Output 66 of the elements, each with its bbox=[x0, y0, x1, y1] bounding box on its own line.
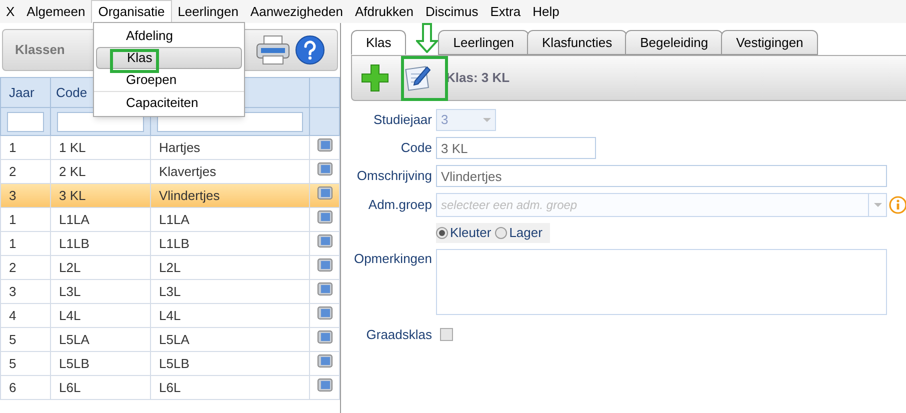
table-row[interactable]: 1 L1LA L1LA bbox=[0, 208, 340, 232]
document-icon[interactable] bbox=[316, 354, 332, 368]
highlight-frame bbox=[401, 56, 448, 101]
radio-option[interactable]: Kleuter bbox=[436, 223, 492, 242]
info-icon[interactable] bbox=[889, 196, 906, 214]
remarks-field[interactable] bbox=[436, 248, 887, 314]
caret-icon bbox=[483, 118, 491, 122]
document-icon[interactable] bbox=[316, 306, 332, 320]
table-row[interactable]: 4 L4L L4L bbox=[0, 304, 340, 328]
document-icon[interactable] bbox=[316, 210, 332, 224]
document-icon[interactable] bbox=[316, 138, 332, 152]
menu-item[interactable]: Extra bbox=[484, 0, 527, 23]
field-label: Graadsklas bbox=[365, 326, 433, 344]
column-header: Jaar bbox=[0, 78, 50, 108]
document-icon[interactable] bbox=[316, 162, 332, 176]
menu-item[interactable]: X bbox=[0, 0, 21, 23]
table-cell: L6L bbox=[150, 376, 310, 400]
menu-option[interactable]: Klas bbox=[96, 47, 242, 69]
plus-icon[interactable] bbox=[360, 63, 390, 93]
document-icon[interactable] bbox=[316, 282, 332, 296]
table-row[interactable]: 1 L1LB L1LB bbox=[0, 232, 340, 256]
tab[interactable]: Klas bbox=[351, 30, 406, 55]
menu-option[interactable]: Capaciteiten bbox=[96, 92, 242, 114]
table-row[interactable]: 2 2 KL Klavertjes bbox=[0, 160, 340, 184]
description-field[interactable]: Vlindertjes bbox=[436, 165, 887, 187]
document-icon[interactable] bbox=[316, 378, 332, 392]
tab[interactable]: Begeleiding bbox=[625, 30, 724, 55]
menu-item[interactable]: Algemeen bbox=[20, 0, 92, 23]
dropdown-placeholder: selecteer een adm. groep bbox=[441, 197, 578, 214]
table-row[interactable]: 3 L3L L3L bbox=[0, 280, 340, 304]
field-label: Opmerkingen bbox=[352, 250, 433, 268]
table-row[interactable]: 3 3 KL Vlindertjes bbox=[0, 184, 340, 208]
printer-icon[interactable] bbox=[255, 34, 291, 66]
caret-icon bbox=[874, 203, 882, 207]
menu-item[interactable]: Afdrukken bbox=[348, 0, 420, 23]
table-cell: 6 bbox=[0, 376, 50, 400]
menu-option[interactable]: Afdeling bbox=[96, 25, 242, 47]
tab[interactable]: Leerlingen bbox=[438, 30, 530, 55]
help-icon[interactable] bbox=[295, 35, 325, 65]
highlight-frame bbox=[110, 49, 159, 73]
panel-title: Klassen bbox=[15, 41, 65, 60]
menu-item[interactable]: Aanwezigheden bbox=[244, 0, 349, 23]
field-label: Code bbox=[400, 139, 433, 158]
menu-item[interactable]: Leerlingen bbox=[172, 0, 244, 23]
field-label: Omschrijving bbox=[356, 167, 433, 186]
menu-item[interactable]: Organisatie bbox=[91, 0, 172, 23]
table-row[interactable]: 2 L2L L2L bbox=[0, 256, 340, 280]
tab[interactable]: Vestigingen bbox=[721, 30, 818, 55]
document-icon[interactable] bbox=[316, 186, 332, 200]
filter-field[interactable] bbox=[7, 112, 44, 132]
table-row[interactable]: 5 L5LA L5LA bbox=[0, 328, 340, 352]
table-row[interactable]: 5 L5LB L5LB bbox=[0, 352, 340, 376]
menu-item[interactable]: Discimus bbox=[420, 0, 484, 23]
radio-option[interactable]: Lager bbox=[495, 223, 542, 242]
table-row[interactable]: 6 L6L L6L bbox=[0, 376, 340, 400]
table-row[interactable]: 1 1 KL Hartjes bbox=[0, 136, 340, 160]
document-icon[interactable] bbox=[316, 330, 332, 344]
table-cell: L6L bbox=[50, 376, 150, 400]
field-label: Studiejaar bbox=[372, 111, 433, 130]
field-label: Adm.groep bbox=[367, 196, 433, 214]
checkbox[interactable] bbox=[440, 328, 453, 341]
tab[interactable]: Klasfuncties bbox=[527, 30, 628, 55]
document-icon[interactable] bbox=[316, 258, 332, 272]
menu-item[interactable]: Help bbox=[526, 0, 566, 23]
document-icon[interactable] bbox=[316, 234, 332, 248]
code-field[interactable]: 3 KL bbox=[436, 137, 596, 159]
